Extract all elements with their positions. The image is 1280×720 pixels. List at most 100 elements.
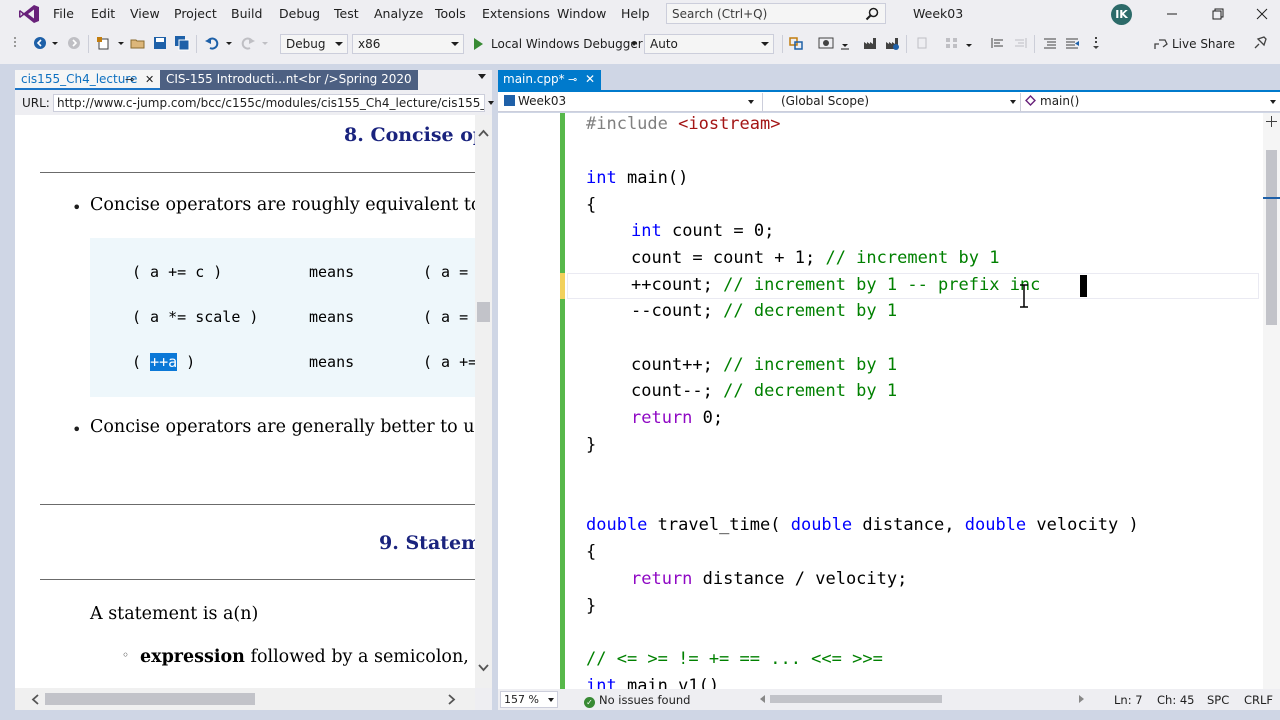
feedback-icon[interactable] (1252, 35, 1268, 51)
line-ending[interactable]: CRLF (1244, 693, 1273, 707)
pin-icon[interactable]: ⊸ (125, 73, 134, 86)
selected-text: ++a (150, 353, 178, 371)
change-tracking-bar (560, 113, 565, 689)
menu-help[interactable]: Help (621, 6, 650, 21)
visual-studio-logo-icon[interactable] (18, 4, 40, 24)
undo-dropdown-icon[interactable] (222, 35, 238, 51)
menu-analyze[interactable]: Analyze (374, 6, 423, 21)
zoom-select[interactable]: 157 % (500, 691, 558, 708)
editor-horizontal-scroll-thumb[interactable] (770, 695, 942, 703)
menu-edit[interactable]: Edit (91, 6, 115, 21)
tab-cis155-ch4-lecture[interactable]: cis155_Ch4_lecture ⊸ ✕ (15, 70, 160, 90)
format-dropdown-icon[interactable] (962, 35, 978, 51)
toolbar-overflow-icon[interactable] (1090, 35, 1106, 51)
tab-cis155-intro[interactable]: CIS-155 Introducti...nt<br />Spring 2020 (160, 70, 418, 90)
column-number[interactable]: Ch: 45 (1157, 693, 1194, 707)
align-right-icon[interactable] (1012, 35, 1028, 51)
code-right: ( a += (423, 353, 475, 371)
close-icon[interactable]: ✕ (145, 73, 154, 86)
issues-indicator[interactable]: ✓ No issues found (584, 693, 690, 708)
web-vertical-scroll-thumb[interactable] (477, 302, 490, 322)
chevron-down-icon (335, 42, 343, 46)
comment-icon[interactable] (1042, 35, 1058, 51)
tab-label: CIS-155 Introducti...nt<br />Spring 2020 (166, 72, 412, 86)
menu-build[interactable]: Build (231, 6, 262, 21)
cancel-build-icon[interactable] (914, 35, 930, 51)
line-number[interactable]: Ln: 7 (1114, 693, 1143, 707)
build-solution-icon[interactable] (884, 35, 900, 51)
back-dropdown-icon[interactable] (48, 35, 64, 51)
configuration-select[interactable]: Debug (280, 34, 348, 54)
hot-reload-icon[interactable] (788, 35, 804, 51)
debug-target-select[interactable]: Auto (644, 34, 774, 54)
split-editor-icon[interactable] (1263, 113, 1280, 130)
project-value: Week03 (518, 94, 567, 108)
build-icon[interactable] (862, 35, 878, 51)
code-line: count++; // increment by 1 (631, 355, 898, 375)
tab-label: cis155_Ch4_lecture (21, 72, 138, 86)
close-icon[interactable] (1252, 4, 1272, 24)
code-example-box: ( a += c ) means ( a = ( a *= scale ) me… (90, 238, 475, 397)
chevron-down-icon[interactable] (488, 101, 494, 105)
chevron-down-icon (1270, 100, 1276, 104)
divider (40, 172, 475, 173)
web-vertical-scrollbar[interactable] (475, 115, 492, 688)
screenshot-icon[interactable] (818, 35, 834, 51)
scope-select[interactable]: (Global Scope) (762, 93, 1020, 111)
new-dropdown-icon[interactable] (114, 35, 130, 51)
minimize-icon[interactable] (1162, 4, 1182, 24)
menu-project[interactable]: Project (174, 6, 217, 21)
tab-list-dropdown-icon[interactable] (478, 74, 486, 79)
editor-vertical-scroll-thumb[interactable] (1266, 150, 1277, 325)
chevron-down-icon (761, 42, 769, 46)
format-icon[interactable] (944, 35, 960, 51)
new-project-icon[interactable] (96, 35, 112, 51)
code-line: return distance / velocity; (631, 569, 908, 589)
start-debugging-button[interactable]: Local Windows Debugger (474, 36, 643, 54)
project-select[interactable]: Week03 (500, 93, 758, 111)
forward-icon[interactable] (66, 35, 82, 51)
whitespace-mode[interactable]: SPC (1207, 693, 1229, 707)
live-share-button[interactable]: Live Share (1154, 37, 1235, 51)
step-dropdown-icon[interactable] (838, 35, 854, 51)
toolbar-separator (88, 35, 89, 53)
scroll-left-icon[interactable] (31, 694, 39, 705)
scroll-right-icon[interactable] (1078, 694, 1086, 704)
scroll-right-icon[interactable] (448, 694, 456, 705)
unsaved-change-marker (560, 273, 565, 299)
open-file-icon[interactable] (130, 35, 146, 51)
search-input[interactable]: Search (Ctrl+Q) (666, 3, 886, 24)
menu-window[interactable]: Window (557, 6, 606, 21)
tab-main-cpp[interactable]: main.cpp* ⊸ ✕ (498, 70, 601, 90)
url-input[interactable]: http://www.c-jump.com/bcc/c155c/modules/… (53, 94, 485, 112)
member-select[interactable]: main() (1020, 93, 1280, 111)
uncomment-icon[interactable] (1064, 35, 1080, 51)
pin-icon[interactable]: ⊸ (568, 73, 577, 86)
platform-select[interactable]: x86 (352, 34, 464, 54)
close-icon[interactable]: ✕ (585, 72, 595, 86)
save-all-icon[interactable] (174, 35, 190, 51)
menu-extensions[interactable]: Extensions (482, 6, 550, 21)
undo-icon[interactable] (204, 35, 220, 51)
live-share-label: Live Share (1172, 37, 1235, 51)
restore-icon[interactable] (1208, 4, 1228, 24)
redo-dropdown-icon[interactable] (258, 35, 274, 51)
code-editor[interactable] (498, 113, 1280, 689)
url-label: URL: (22, 96, 50, 110)
back-icon[interactable] (32, 35, 48, 51)
redo-icon[interactable] (240, 35, 256, 51)
save-icon[interactable] (152, 35, 168, 51)
align-left-icon[interactable] (990, 35, 1006, 51)
menu-file[interactable]: File (53, 6, 74, 21)
toolbar-separator (906, 35, 907, 53)
menu-view[interactable]: View (130, 6, 160, 21)
menu-test[interactable]: Test (334, 6, 359, 21)
menu-tools[interactable]: Tools (435, 6, 466, 21)
sub-bullet-rest: followed by a semicolon, or (244, 647, 475, 667)
scroll-up-icon[interactable] (478, 129, 489, 137)
web-horizontal-scroll-thumb[interactable] (45, 693, 255, 705)
avatar[interactable]: IK (1111, 4, 1132, 25)
scroll-down-icon[interactable] (478, 664, 489, 672)
scroll-left-icon[interactable] (758, 694, 766, 704)
menu-debug[interactable]: Debug (279, 6, 320, 21)
